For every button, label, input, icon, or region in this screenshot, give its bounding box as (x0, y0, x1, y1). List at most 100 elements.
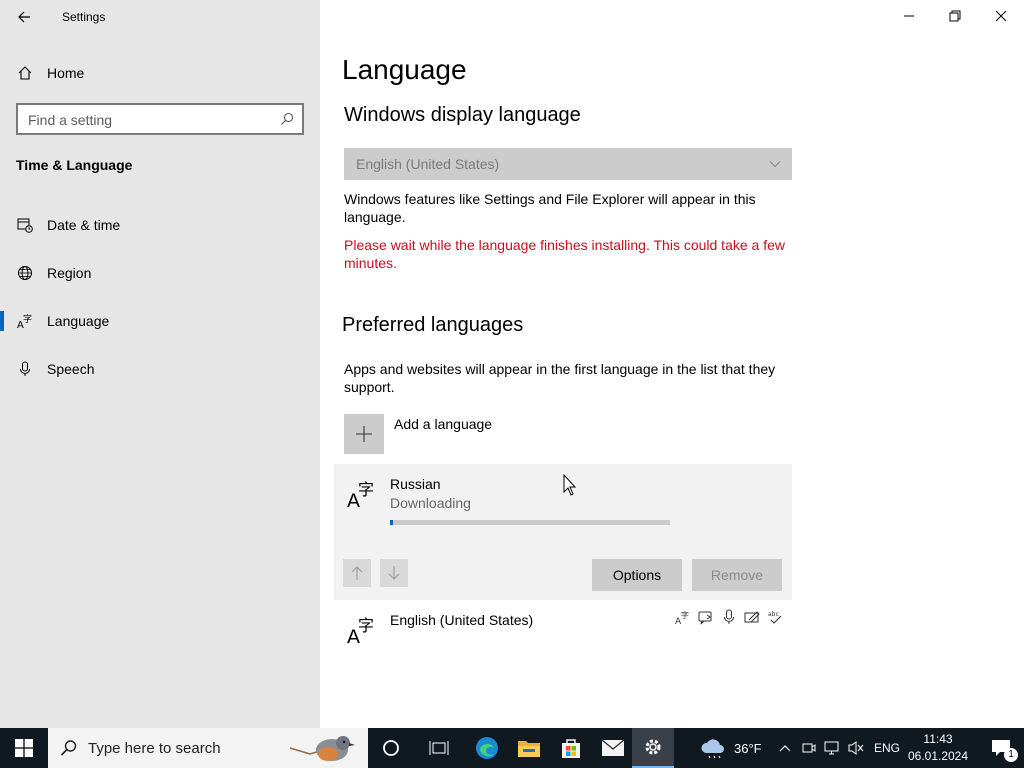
language-icon: A字 (347, 616, 374, 646)
calendar-clock-icon (16, 216, 34, 234)
sidebar-item-speech[interactable]: Speech (0, 349, 320, 389)
network-icon[interactable] (824, 740, 840, 756)
home-icon (16, 64, 34, 82)
sidebar-item-label: Language (47, 313, 110, 329)
progress-fill (390, 520, 393, 525)
clock[interactable]: 11:43 06.01.2024 (905, 731, 971, 765)
svg-text:abc: abc (768, 611, 779, 618)
language-status: Downloading (390, 495, 471, 511)
search-input[interactable]: Find a setting (16, 103, 304, 135)
windows-logo-icon (15, 739, 33, 757)
svg-text:字: 字 (358, 616, 374, 635)
back-arrow-icon (18, 11, 30, 23)
display-language-icon: A字 (674, 608, 691, 625)
taskbar: Type here to search 36°F ENG 11:43 06.01… (0, 728, 1024, 768)
store-button[interactable] (550, 728, 592, 768)
edge-taskbar-button[interactable] (466, 728, 508, 768)
app-title: Settings (62, 10, 106, 24)
page-title: Language (342, 54, 467, 85)
file-explorer-button[interactable] (508, 728, 550, 768)
minimize-icon (904, 15, 914, 17)
close-button[interactable] (978, 0, 1024, 32)
cortana-icon (383, 740, 399, 756)
sidebar-item-home[interactable]: Home (0, 53, 320, 93)
input-language-indicator[interactable]: ENG (874, 741, 900, 755)
microphone-icon (16, 360, 34, 378)
install-warning: Please wait while the language finishes … (344, 237, 785, 271)
clock-date: 06.01.2024 (907, 749, 969, 763)
bird-illustration-icon (289, 736, 355, 761)
minimize-button[interactable] (886, 0, 932, 32)
svg-text:字: 字 (23, 313, 32, 325)
edge-browser-icon (476, 737, 498, 759)
sidebar-item-label: Region (47, 265, 92, 281)
settings-taskbar-button[interactable] (632, 728, 674, 768)
weather-temperature[interactable]: 36°F (734, 741, 762, 756)
display-language-description: Windows features like Settings and File … (344, 191, 756, 225)
search-icon (60, 740, 77, 756)
sidebar: Settings Home Find a setting Time & Lang… (0, 0, 320, 728)
active-indicator (0, 311, 4, 331)
move-up-button[interactable] (343, 559, 371, 587)
sidebar-item-region[interactable]: Region (0, 253, 320, 293)
language-name: Russian (390, 476, 441, 492)
display-language-dropdown[interactable]: English (United States) (344, 148, 792, 180)
text-to-speech-icon (697, 608, 714, 625)
spellcheck-icon: abc (766, 608, 783, 625)
options-button[interactable]: Options (592, 559, 682, 591)
start-button[interactable] (0, 728, 48, 768)
task-view-button[interactable] (418, 728, 460, 768)
arrow-up-icon (351, 566, 363, 580)
globe-icon (16, 264, 34, 282)
sidebar-item-language[interactable]: A字 Language (0, 301, 320, 341)
language-icon: A字 (347, 480, 374, 510)
close-icon (995, 10, 1007, 22)
taskbar-search-box[interactable]: Type here to search (48, 728, 368, 768)
restore-icon (949, 10, 961, 22)
section-title: Time & Language (16, 157, 133, 173)
display-language-heading: Windows display language (344, 104, 581, 126)
preferred-languages-description: Apps and websites will appear in the fir… (344, 361, 776, 395)
sidebar-item-label: Home (47, 65, 85, 81)
language-icon: A字 (16, 312, 34, 330)
handwriting-icon (743, 608, 760, 625)
svg-text:字: 字 (358, 480, 374, 499)
language-features: A字 abc (674, 608, 783, 625)
search-icon (281, 112, 294, 125)
sidebar-item-label: Date & time (47, 217, 121, 233)
store-bag-icon (562, 739, 580, 758)
add-language-button[interactable] (344, 414, 384, 454)
add-language-label[interactable]: Add a language (394, 416, 492, 432)
folder-icon (518, 741, 540, 757)
download-progress-bar (390, 520, 670, 525)
cortana-button[interactable] (370, 728, 412, 768)
chevron-up-icon[interactable] (778, 742, 792, 754)
mail-button[interactable] (592, 728, 634, 768)
task-view-icon (429, 741, 449, 755)
meet-now-icon[interactable] (801, 740, 817, 756)
language-name: English (United States) (390, 612, 534, 628)
plus-icon (356, 426, 372, 442)
taskbar-search-placeholder: Type here to search (88, 740, 221, 757)
preferred-languages-heading: Preferred languages (342, 314, 524, 336)
back-button[interactable] (8, 2, 40, 32)
action-center-button[interactable]: 1 (978, 728, 1024, 768)
clock-time: 11:43 (923, 732, 953, 746)
remove-button[interactable]: Remove (692, 559, 782, 591)
sidebar-item-label: Speech (47, 361, 95, 377)
mouse-cursor-icon (563, 474, 577, 496)
svg-text:字: 字 (681, 610, 689, 620)
dropdown-selected-value: English (United States) (356, 156, 500, 172)
mail-icon (601, 739, 625, 756)
notification-badge: 1 (1004, 748, 1018, 762)
move-down-button[interactable] (380, 559, 408, 587)
restore-button[interactable] (932, 0, 978, 32)
chevron-down-icon (769, 161, 781, 168)
search-placeholder: Find a setting (28, 112, 113, 128)
speech-recognition-icon (720, 608, 737, 625)
sidebar-item-date-time[interactable]: Date & time (0, 205, 320, 245)
weather-cloud-icon[interactable] (700, 737, 730, 759)
volume-muted-icon[interactable] (847, 740, 865, 756)
arrow-down-icon (388, 566, 400, 580)
gear-icon (645, 739, 661, 755)
